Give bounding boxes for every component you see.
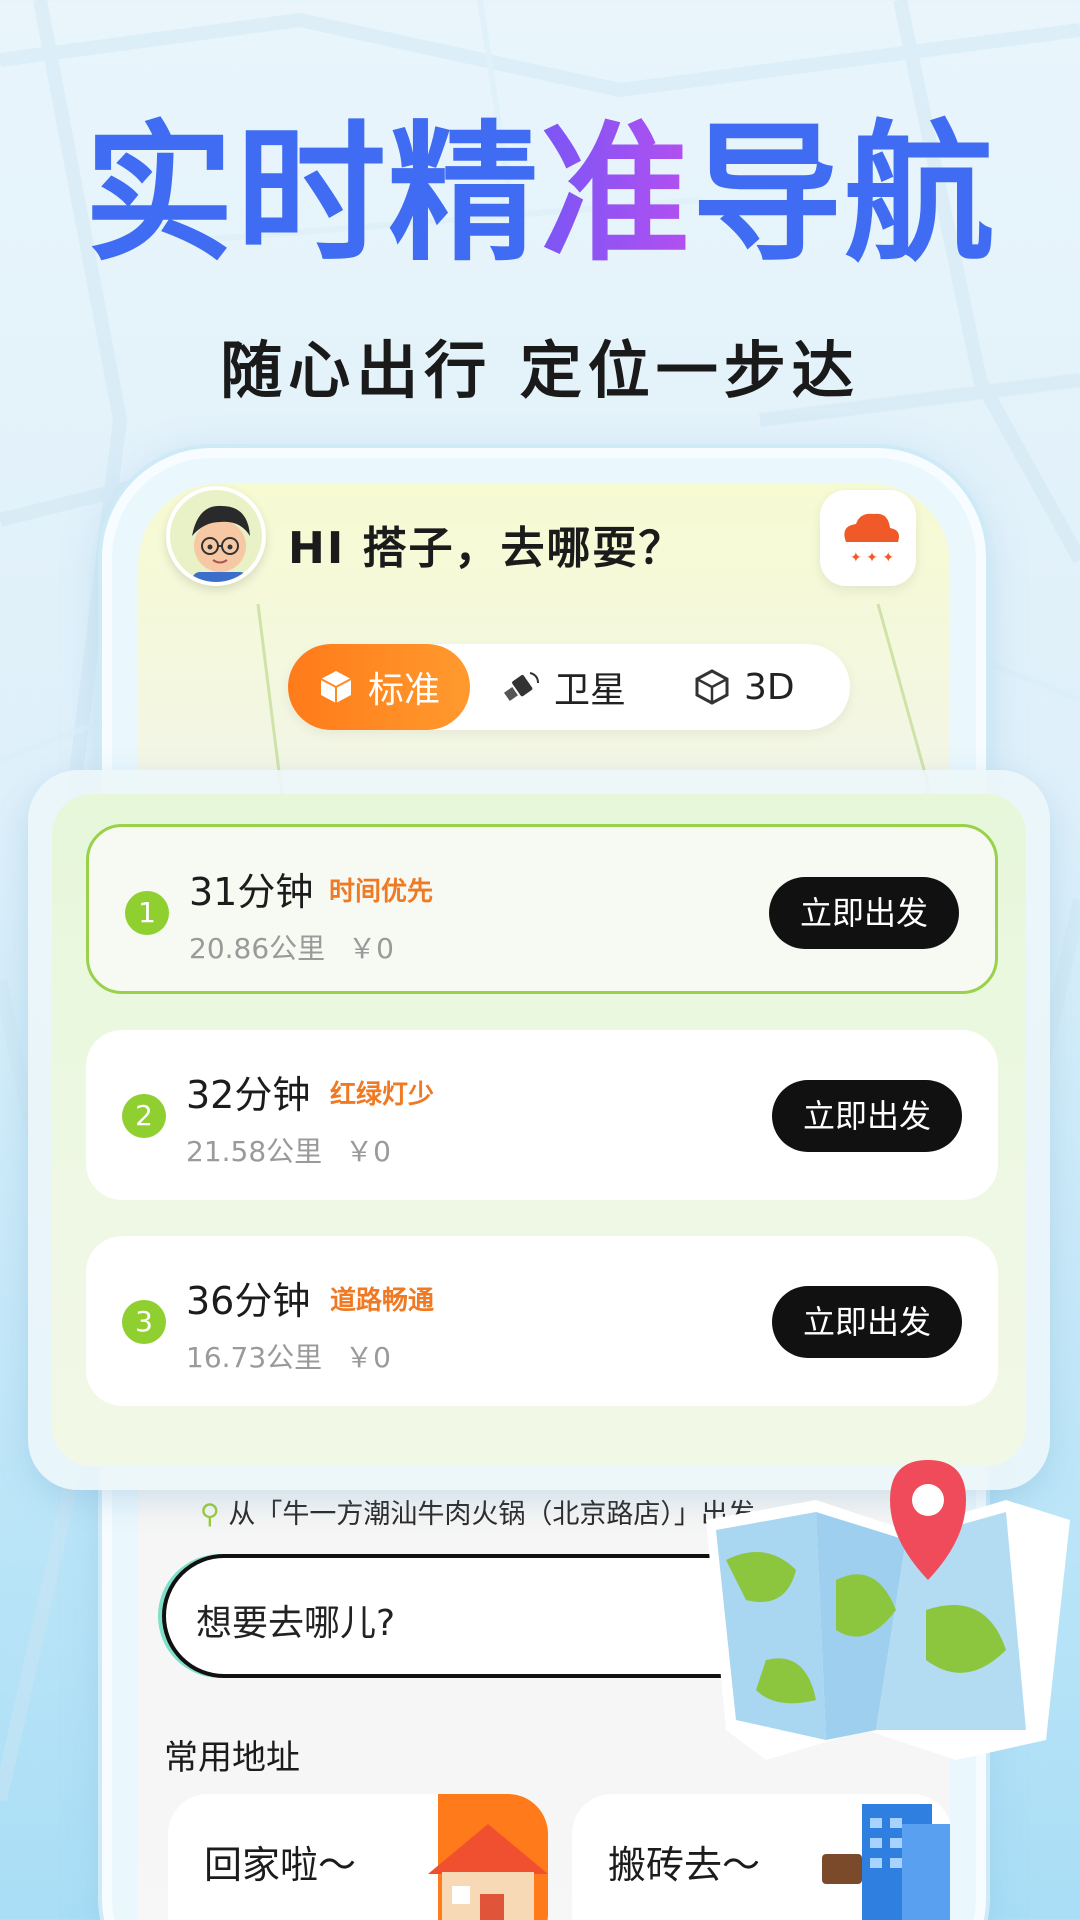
route-distance: 16.73公里	[186, 1341, 323, 1374]
tab-satellite-label: 卫星	[554, 670, 627, 711]
tab-standard-label: 标准	[368, 670, 441, 711]
satellite-icon	[502, 667, 542, 707]
weather-button[interactable]: ✦ ✦ ✦	[820, 490, 916, 586]
headline-part2: 导航	[692, 108, 997, 282]
start-navigation-button[interactable]: 立即出发	[769, 877, 959, 949]
route-tag: 时间优先	[329, 877, 434, 907]
greeting-text: HI 搭子，去哪耍？	[288, 523, 685, 574]
tab-3d[interactable]: 3D	[692, 644, 795, 730]
route-distance: 20.86公里	[189, 932, 326, 965]
route-number: 2	[122, 1094, 166, 1138]
avatar[interactable]	[166, 486, 266, 586]
address-card-work[interactable]: 搬砖去～	[572, 1794, 950, 1920]
location-pin-icon: ⚲	[200, 1499, 220, 1530]
route-options-list: 1 31分钟 时间优先 20.86公里 ￥0 立即出发 2 32分钟 红绿灯少 …	[52, 794, 1026, 1466]
tab-3d-label: 3D	[744, 666, 795, 708]
house-icon	[428, 1794, 548, 1920]
address-home-label: 回家啦～	[204, 1843, 357, 1887]
route-tag: 道路畅通	[330, 1286, 435, 1316]
headline-accent: 准	[539, 108, 692, 282]
search-placeholder: 想要去哪儿?	[196, 1603, 396, 1644]
route-duration: 36分钟	[186, 1279, 311, 1323]
route-card-3[interactable]: 3 36分钟 道路畅通 16.73公里 ￥0 立即出发	[86, 1236, 998, 1406]
route-number: 3	[122, 1300, 166, 1344]
route-distance-cost: 20.86公里 ￥0	[189, 927, 394, 967]
route-distance-cost: 21.58公里 ￥0	[186, 1130, 391, 1170]
common-addresses-title: 常用地址	[164, 1738, 300, 1778]
box-3d-icon	[692, 667, 732, 707]
headline-part1: 实时精	[83, 108, 540, 282]
folded-map-pin-icon	[706, 1460, 1070, 1760]
address-work-label: 搬砖去～	[608, 1843, 761, 1887]
tab-standard[interactable]: 标准	[288, 644, 470, 730]
svg-text:✦ ✦ ✦: ✦ ✦ ✦	[850, 550, 894, 566]
cube-icon	[316, 667, 356, 707]
start-navigation-button[interactable]: 立即出发	[772, 1080, 962, 1152]
map-mode-tabs: 标准 卫星 3D	[288, 644, 850, 730]
route-options-panel: 1 31分钟 时间优先 20.86公里 ￥0 立即出发 2 32分钟 红绿灯少 …	[28, 770, 1050, 1490]
route-tag: 红绿灯少	[330, 1080, 435, 1110]
destination-search-input[interactable]: 想要去哪儿?	[162, 1554, 782, 1678]
route-card-1[interactable]: 1 31分钟 时间优先 20.86公里 ￥0 立即出发	[86, 824, 998, 994]
snow-cloud-icon: ✦ ✦ ✦	[844, 513, 899, 566]
address-card-home[interactable]: 回家啦～	[168, 1794, 548, 1920]
route-cost: ￥0	[348, 932, 394, 965]
route-duration: 32分钟	[186, 1073, 311, 1117]
route-cost: ￥0	[345, 1341, 391, 1374]
start-navigation-button[interactable]: 立即出发	[772, 1286, 962, 1358]
route-duration: 31分钟	[189, 870, 314, 914]
page-headline: 实时精准导航	[0, 120, 1080, 270]
briefcase-icon	[822, 1804, 950, 1920]
route-distance: 21.58公里	[186, 1135, 323, 1168]
route-number: 1	[125, 891, 169, 935]
route-card-2[interactable]: 2 32分钟 红绿灯少 21.58公里 ￥0 立即出发	[86, 1030, 998, 1200]
route-distance-cost: 16.73公里 ￥0	[186, 1336, 391, 1376]
page-subtitle: 随心出行 定位一步达	[220, 334, 860, 407]
tab-satellite[interactable]: 卫星	[502, 644, 626, 730]
route-cost: ￥0	[345, 1135, 391, 1168]
origin-label: 从「牛一方潮汕牛肉火锅（北京路店）」出发	[228, 1499, 755, 1530]
